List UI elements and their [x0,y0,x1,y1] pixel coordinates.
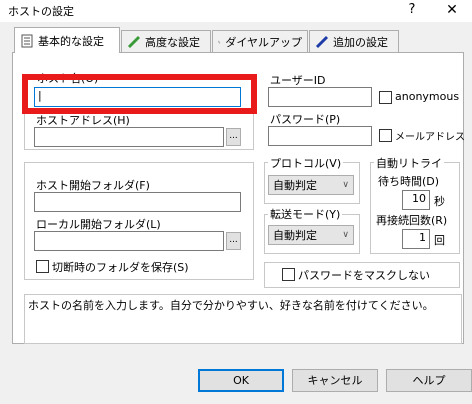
help-text-area: ホストの名前を入力します。自分で分かりやすい、好きな名前を付けてください。 [24,294,462,344]
pen-icon [127,35,141,48]
help-title-button[interactable]: ? [392,0,432,22]
save-folder-on-disconnect-checkbox[interactable] [36,260,49,273]
anonymous-label: anonymous [395,90,460,103]
wait-time-label: 待ち時間(D) [378,175,440,188]
chevron-down-icon: ∨ [342,180,349,190]
blue-pen-icon [315,35,329,48]
reconnect-count-input[interactable]: 1 [402,229,430,249]
chevron-down-icon: ∨ [342,230,349,240]
help-button[interactable]: ヘルプ [386,369,472,392]
tab-label: ダイヤルアップ [225,35,302,49]
ok-button[interactable]: OK [198,369,284,392]
host-start-folder-input[interactable] [34,192,241,212]
local-start-folder-label: ローカル開始フォルダ(L) [36,218,161,231]
protocol-label: プロトコル(V) [268,155,344,171]
tab-label: 追加の設定 [333,35,388,49]
reconnect-count-label: 再接続回数(R) [376,214,448,227]
local-folder-browse-button[interactable]: ... [226,232,241,250]
wait-time-input[interactable]: 10 [402,190,430,210]
host-address-label: ホストアドレス(H) [36,114,130,127]
local-start-folder-input[interactable] [34,231,224,251]
password-label: パスワード(P) [270,113,341,126]
document-icon [21,34,33,47]
mask-password-checkbox[interactable] [282,268,295,281]
tab-label: 高度な設定 [145,35,200,49]
tab-advanced-settings[interactable]: 高度な設定 [121,30,211,52]
save-folder-on-disconnect-label: 切断時のフォルダを保存(S) [52,261,189,274]
transfer-mode-value: 自動判定 [273,229,317,242]
host-start-folder-label: ホスト開始フォルダ(F) [36,179,150,192]
password-input[interactable] [268,126,372,146]
transfer-mode-label: 転送モード(Y) [268,206,343,222]
window-title: ホストの設定 [8,5,74,18]
mail-address-label: メールアドレス [395,132,465,143]
mail-address-checkbox[interactable] [379,129,392,142]
reconnect-count-unit: 回 [434,234,445,247]
anonymous-checkbox[interactable] [379,91,392,104]
protocol-select[interactable]: 自動判定 ∨ [268,175,354,195]
phone-icon [218,40,221,43]
auto-retry-label: 自動リトライ [374,155,444,171]
tab-dialup[interactable]: ダイヤルアップ [212,30,308,52]
tab-label: 基本的な設定 [38,34,104,48]
user-id-label: ユーザーID [270,74,326,87]
mask-password-label: パスワードをマスクしない [298,269,430,282]
tab-basic-settings[interactable]: 基本的な設定 [14,27,120,53]
user-id-input[interactable] [268,87,372,107]
help-text: ホストの名前を入力します。自分で分かりやすい、好きな名前を付けてください。 [28,299,434,312]
close-button[interactable]: ✕ [432,0,472,22]
host-address-browse-button[interactable]: ... [226,128,241,146]
wait-time-unit: 秒 [434,195,445,208]
highlight-frame [22,74,257,114]
cancel-button[interactable]: キャンセル [292,369,378,392]
transfer-mode-select[interactable]: 自動判定 ∨ [268,225,354,245]
protocol-value: 自動判定 [273,179,317,192]
host-address-input[interactable] [34,127,224,147]
tab-additional-settings[interactable]: 追加の設定 [309,30,399,52]
